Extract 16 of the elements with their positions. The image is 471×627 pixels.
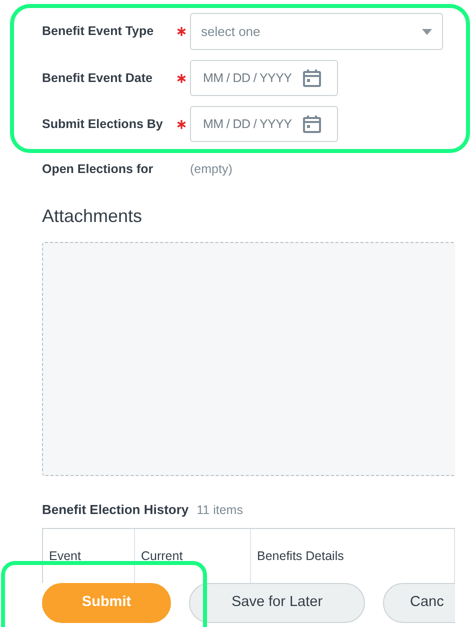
date-field[interactable]: MM / DD / YYYY [190,106,338,142]
dropdown-arrow-icon [422,28,432,34]
field-value: (empty) [190,161,232,178]
select-field[interactable]: select one [190,13,443,50]
action-button[interactable]: Save for Later [189,582,365,622]
calendar-icon[interactable] [302,114,322,134]
field-label: Benefit Event Type [42,23,155,40]
field-label: Submit Elections By [42,116,164,133]
date-field[interactable]: MM / DD / YYYY [190,60,338,96]
action-button[interactable]: Canc [383,582,455,622]
field-label: Open Elections for [42,161,154,178]
calendar-icon[interactable] [302,68,322,88]
item-count: 11 items [196,502,243,519]
section-title: Attachments [42,204,144,228]
section-title: Benefit Election History [42,500,189,519]
field-label: Benefit Event Date [42,70,154,87]
